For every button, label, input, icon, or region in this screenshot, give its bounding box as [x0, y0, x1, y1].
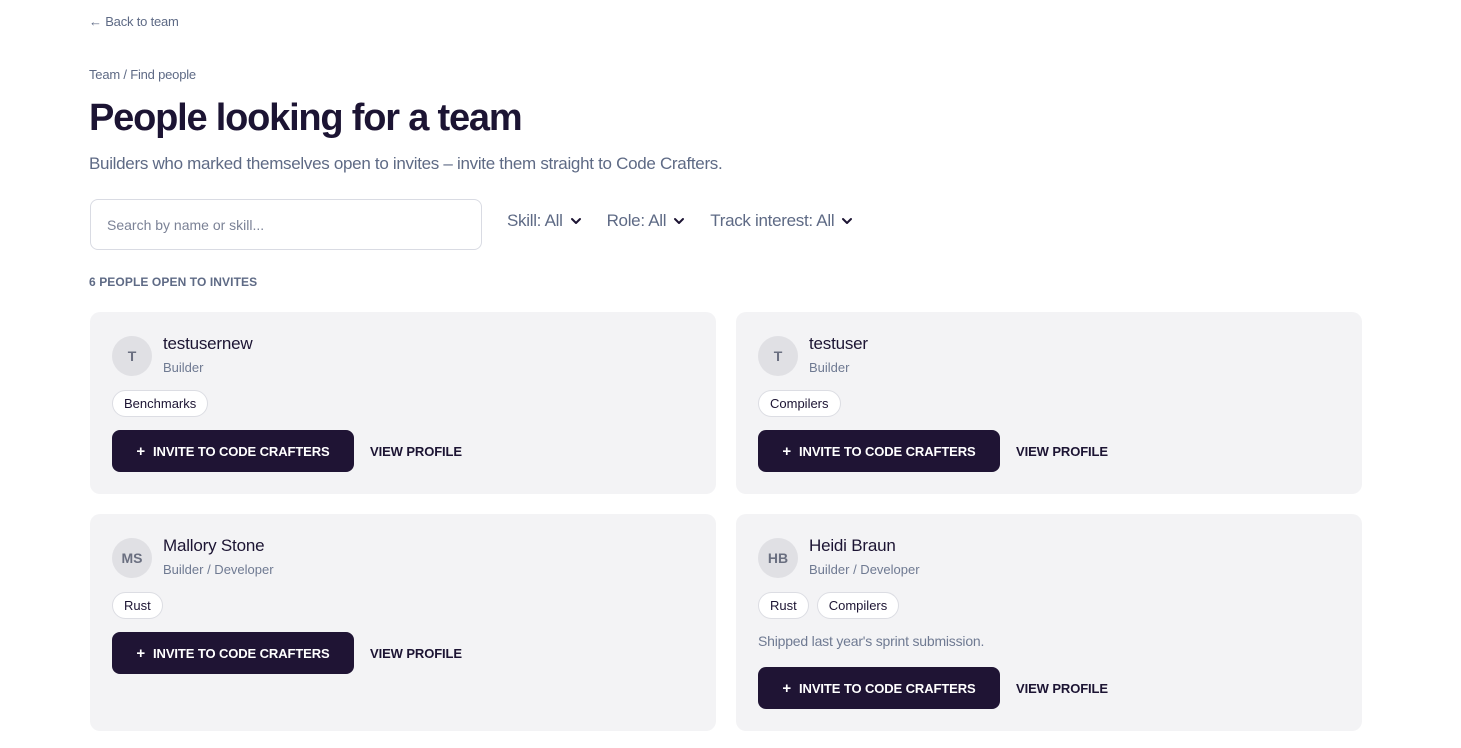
view-profile-button[interactable]: VIEW PROFILE: [1016, 681, 1108, 696]
view-profile-button[interactable]: VIEW PROFILE: [1016, 444, 1108, 459]
invite-button[interactable]: + INVITE TO CODE CRAFTERS: [112, 632, 354, 674]
filter-label: Skill: All: [507, 211, 563, 230]
person-role: Builder: [163, 360, 204, 375]
avatar: T: [758, 336, 798, 376]
avatar: HB: [758, 538, 798, 578]
back-to-team-link[interactable]: ← Back to team: [89, 14, 179, 29]
skill-tag: Compilers: [816, 592, 900, 619]
skill-tags: Rust Compilers: [758, 592, 900, 619]
invite-label: INVITE TO CODE CRAFTERS: [153, 645, 330, 661]
page-title: People looking for a team: [89, 97, 523, 139]
search-input[interactable]: [91, 200, 481, 249]
chevron-down-icon: [674, 218, 685, 224]
plus-icon: +: [136, 644, 146, 662]
card-actions: + INVITE TO CODE CRAFTERS VIEW PROFILE: [112, 430, 462, 472]
invite-label: INVITE TO CODE CRAFTERS: [153, 443, 330, 459]
results-count: 6 PEOPLE OPEN TO INVITES: [89, 275, 258, 289]
person-name: Mallory Stone: [163, 536, 265, 555]
skill-tags: Benchmarks: [112, 390, 209, 417]
person-role: Builder: [809, 360, 850, 375]
filter-label: Role: All: [606, 211, 667, 230]
invite-button[interactable]: + INVITE TO CODE CRAFTERS: [112, 430, 354, 472]
skill-tag: Benchmarks: [112, 390, 209, 417]
view-profile-button[interactable]: VIEW PROFILE: [370, 646, 462, 661]
plus-icon: +: [782, 679, 792, 697]
person-card: T testusernew Builder Benchmarks + INVIT…: [90, 312, 716, 494]
chevron-down-icon: [570, 218, 581, 224]
invite-label: INVITE TO CODE CRAFTERS: [799, 443, 976, 459]
plus-icon: +: [782, 442, 792, 460]
skill-filter[interactable]: Skill: All: [507, 211, 583, 231]
plus-icon: +: [136, 442, 146, 460]
person-role: Builder / Developer: [809, 562, 920, 577]
invite-label: INVITE TO CODE CRAFTERS: [799, 680, 976, 696]
page-subtitle: Builders who marked themselves open to i…: [89, 154, 723, 173]
person-name: Heidi Braun: [809, 536, 896, 555]
card-actions: + INVITE TO CODE CRAFTERS VIEW PROFILE: [112, 632, 462, 674]
card-actions: + INVITE TO CODE CRAFTERS VIEW PROFILE: [758, 430, 1108, 472]
person-role: Builder / Developer: [163, 562, 274, 577]
view-profile-button[interactable]: VIEW PROFILE: [370, 444, 462, 459]
card-actions: + INVITE TO CODE CRAFTERS VIEW PROFILE: [758, 667, 1108, 709]
skill-tags: Rust: [112, 592, 163, 619]
person-card: T testuser Builder Compilers + INVITE TO…: [736, 312, 1362, 494]
filter-label: Track interest: All: [710, 211, 835, 230]
filter-bar: Skill: All Role: All Track interest: All: [507, 211, 854, 231]
skill-tag: Rust: [758, 592, 809, 619]
track-interest-filter[interactable]: Track interest: All: [710, 211, 854, 231]
search-field[interactable]: [90, 199, 482, 250]
person-note: Shipped last year's sprint submission.: [758, 633, 985, 649]
person-card: MS Mallory Stone Builder / Developer Rus…: [90, 514, 716, 731]
invite-button[interactable]: + INVITE TO CODE CRAFTERS: [758, 667, 1000, 709]
skill-tags: Compilers: [758, 390, 841, 417]
person-card: HB Heidi Braun Builder / Developer Rust …: [736, 514, 1362, 731]
avatar: MS: [112, 538, 152, 578]
avatar: T: [112, 336, 152, 376]
breadcrumb: Team / Find people: [89, 67, 196, 82]
skill-tag: Compilers: [758, 390, 841, 417]
chevron-down-icon: [842, 218, 853, 224]
person-name: testusernew: [163, 334, 253, 353]
role-filter[interactable]: Role: All: [607, 211, 687, 231]
skill-tag: Rust: [112, 592, 163, 619]
invite-button[interactable]: + INVITE TO CODE CRAFTERS: [758, 430, 1000, 472]
person-name: testuser: [809, 334, 868, 353]
